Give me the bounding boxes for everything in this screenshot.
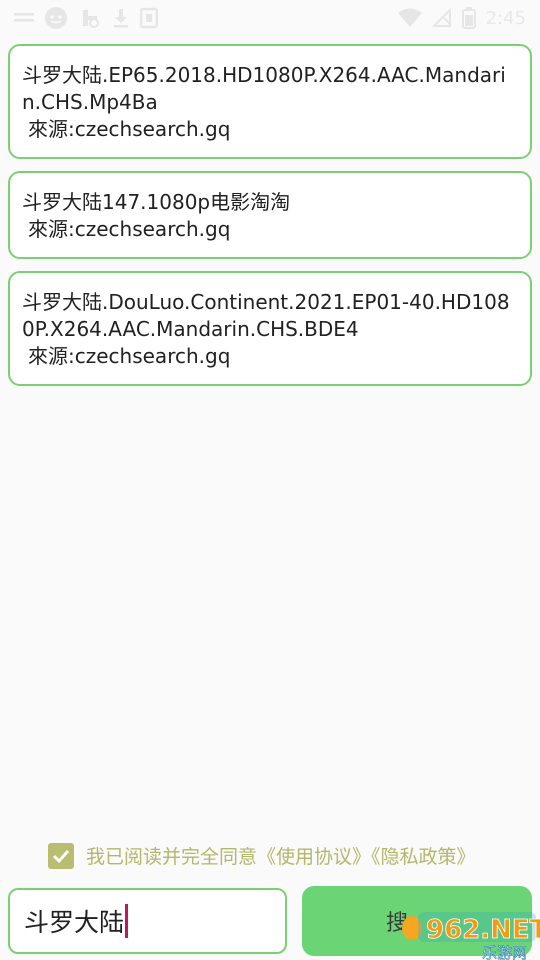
result-title: 斗罗大陆.DouLuo.Continent.2021.EP01-40.HD108… [22, 290, 510, 341]
result-card[interactable]: 斗罗大陆.DouLuo.Continent.2021.EP01-40.HD108… [8, 271, 532, 386]
result-source: 來源:czechsearch.gq [28, 217, 231, 241]
status-left-icons [14, 6, 158, 30]
status-bar: 2:45 [0, 0, 540, 36]
messenger-icon [44, 6, 68, 30]
status-time: 2:45 [485, 7, 526, 29]
svg-text:乐游网: 乐游网 [482, 944, 527, 960]
text-caret [125, 904, 129, 938]
signal-icon [14, 10, 34, 26]
no-sim-icon [431, 8, 452, 28]
watermark-logo: 962.NET 乐游网 [400, 908, 540, 960]
results-list: 斗罗大陆.EP65.2018.HD1080P.X264.AAC.Mandarin… [8, 44, 532, 398]
svg-text:962.NET: 962.NET [426, 915, 540, 945]
result-card[interactable]: 斗罗大陆147.1080p电影淘淘 來源:czechsearch.gq [8, 171, 532, 259]
result-source: 來源:czechsearch.gq [28, 117, 231, 141]
settings-icon [78, 6, 102, 30]
check-icon [52, 849, 70, 863]
result-title: 斗罗大陆147.1080p电影淘淘 [22, 190, 291, 214]
result-card[interactable]: 斗罗大陆.EP65.2018.HD1080P.X264.AAC.Mandarin… [8, 44, 532, 159]
app-icon [140, 7, 158, 29]
search-input[interactable]: 斗罗大陆 [8, 888, 287, 954]
wifi-icon [397, 8, 422, 28]
agreement-checkbox[interactable] [48, 842, 74, 869]
battery-icon [461, 7, 476, 29]
search-input-value: 斗罗大陆 [24, 908, 125, 937]
status-right-icons: 2:45 [397, 7, 526, 29]
agreement-row: 我已阅读并完全同意《使用协议》《隐私政策》 [48, 842, 476, 869]
download-icon [112, 7, 130, 29]
agreement-text[interactable]: 我已阅读并完全同意《使用协议》《隐私政策》 [86, 842, 476, 869]
result-title: 斗罗大陆.EP65.2018.HD1080P.X264.AAC.Mandarin… [22, 63, 506, 114]
result-source: 來源:czechsearch.gq [28, 344, 231, 368]
